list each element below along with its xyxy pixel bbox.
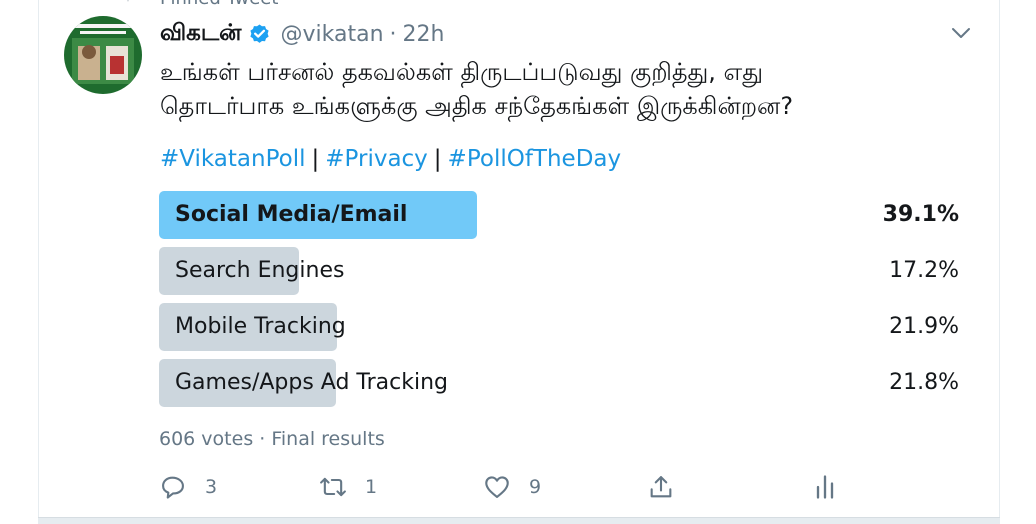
retweet-button[interactable]: 1 — [319, 470, 377, 504]
poll-option-label: Games/Apps Ad Tracking — [175, 370, 449, 395]
retweet-count: 1 — [365, 476, 378, 498]
tweet-header: விகடன் @vikatan · 22h — [160, 18, 444, 50]
poll-option-percent: 21.9% — [889, 314, 959, 339]
avatar[interactable] — [64, 16, 142, 94]
tweet-text: உங்கள் பர்சனல் தகவல்கள் திருடப்படுவது கு… — [160, 55, 950, 123]
tweet-text-line: உங்கள் பர்சனல் தகவல்கள் திருடப்படுவது கு… — [160, 58, 764, 86]
chevron-down-icon[interactable] — [950, 22, 972, 44]
analytics-button[interactable] — [811, 470, 839, 504]
tweet-timestamp[interactable]: 22h — [403, 22, 445, 47]
like-icon — [485, 476, 509, 498]
like-button[interactable]: 9 — [483, 470, 541, 504]
analytics-icon — [816, 475, 834, 499]
retweet-icon — [320, 477, 346, 497]
verified-icon — [249, 23, 269, 43]
poll-option-label: Social Media/Email — [175, 202, 408, 227]
poll-option: Search Engines 17.2% — [159, 247, 959, 295]
poll-option-label: Search Engines — [175, 258, 345, 283]
poll-option: Social Media/Email 39.1% — [159, 191, 959, 239]
pinned-tweet-label: Pinned Tweet — [160, 0, 278, 9]
hashtag-row: #VikatanPoll | #Privacy | #PollOfTheDay — [160, 146, 621, 172]
tweet-actions: 3 1 9 — [159, 470, 879, 504]
share-icon — [650, 476, 672, 498]
avatar-image — [64, 16, 142, 94]
hashtag-link[interactable]: #VikatanPoll — [160, 146, 306, 172]
poll-summary: 606 votes · Final results — [159, 428, 385, 450]
hashtag-separator: | — [433, 146, 442, 172]
header-separator: · — [389, 21, 397, 47]
poll-option-percent: 39.1% — [882, 202, 959, 227]
hashtag-separator: | — [311, 146, 320, 172]
pin-icon — [127, 0, 129, 2]
poll-option-label: Mobile Tracking — [175, 314, 346, 339]
hashtag-link[interactable]: #Privacy — [325, 146, 428, 172]
tweet-text-line: தொடர்பாக உங்களுக்கு அதிக சந்தேகங்கள் இரு… — [160, 92, 794, 120]
poll-option-percent: 21.8% — [889, 370, 959, 395]
like-count: 9 — [529, 476, 542, 498]
reply-button[interactable]: 3 — [159, 470, 217, 504]
author-name[interactable]: விகடன் — [160, 20, 242, 49]
hashtag-link[interactable]: #PollOfTheDay — [448, 146, 622, 172]
share-button[interactable] — [647, 470, 675, 504]
poll: Social Media/Email 39.1% Search Engines … — [159, 191, 959, 415]
reply-count: 3 — [205, 476, 218, 498]
poll-option-percent: 17.2% — [889, 258, 959, 283]
reply-icon — [162, 476, 184, 499]
poll-option: Mobile Tracking 21.9% — [159, 303, 959, 351]
author-handle[interactable]: @vikatan — [281, 22, 384, 47]
poll-option: Games/Apps Ad Tracking 21.8% — [159, 359, 959, 407]
